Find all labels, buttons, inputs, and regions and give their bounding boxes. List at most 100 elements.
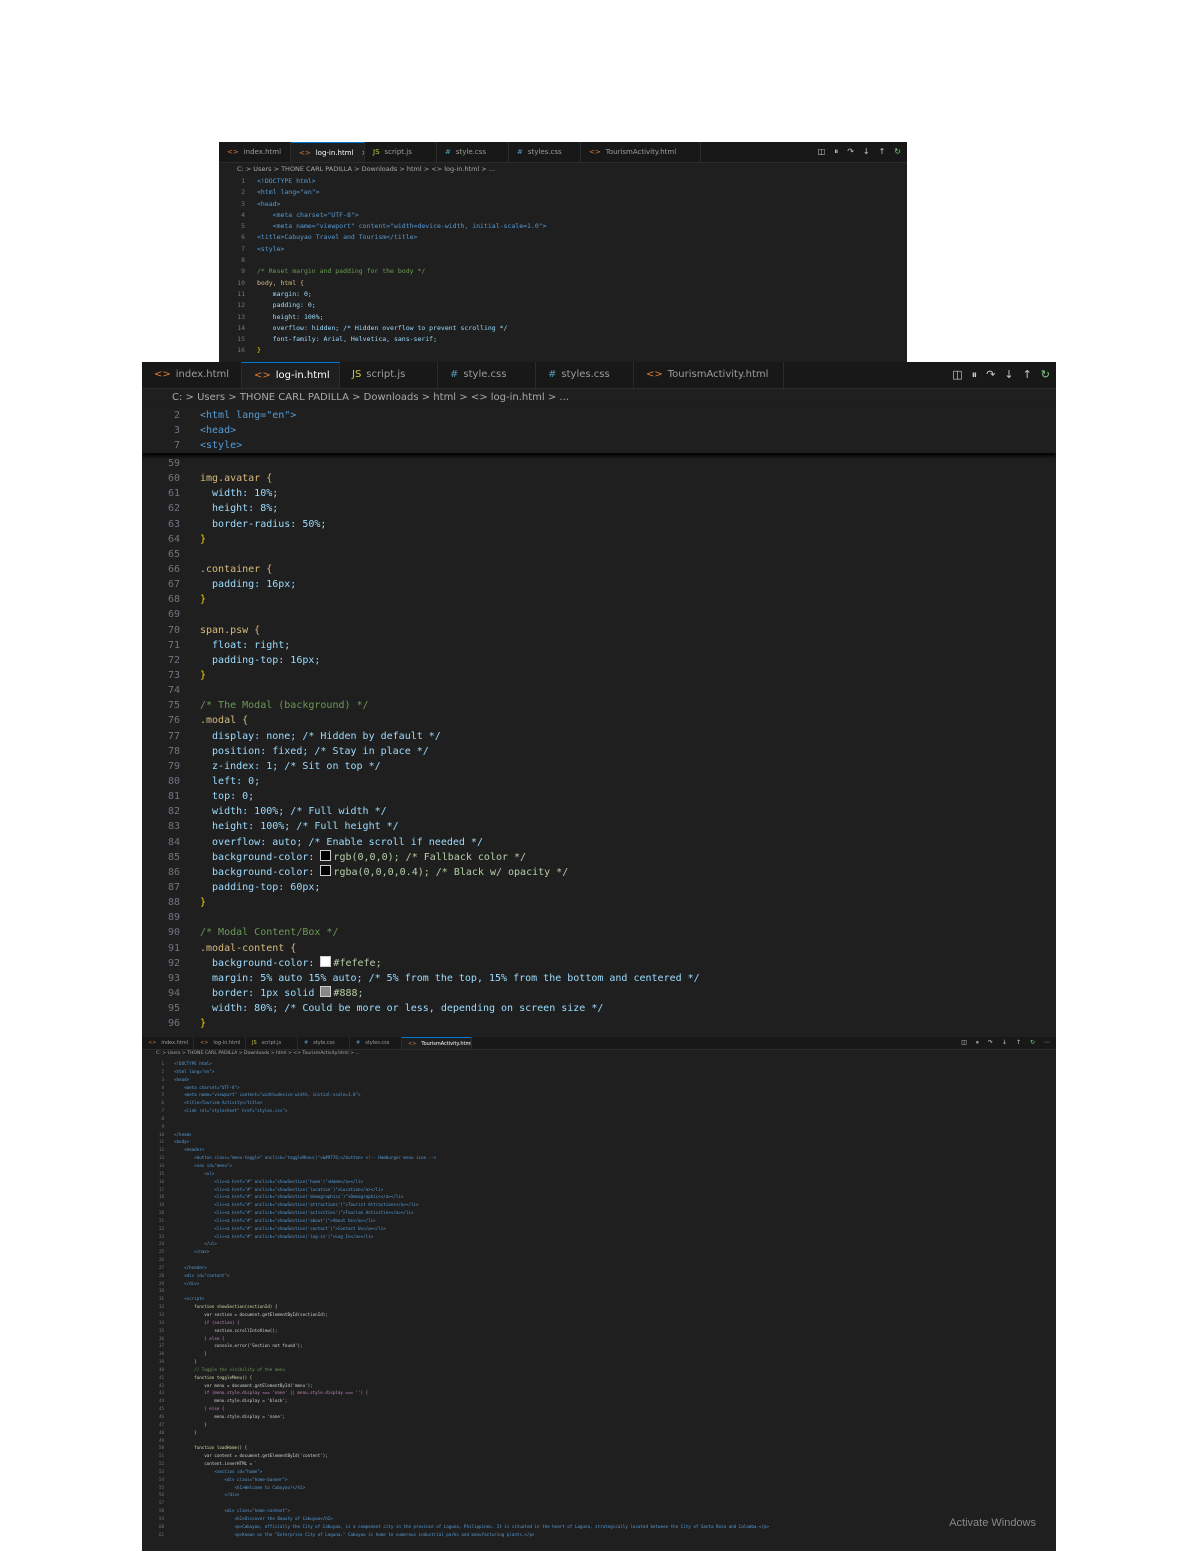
tab-log-in-html[interactable]: <> log-in.html — [194, 1037, 246, 1049]
line-number: 2 — [173, 410, 180, 421]
code-text: <li><a href="#" onclick="showSection('de… — [174, 1194, 404, 1200]
tab-index-html[interactable]: <> index.html — [219, 142, 291, 162]
tab-label: styles.css — [365, 1040, 390, 1046]
tab-tourismactivity-html[interactable]: <> TourismActivity.html — [634, 362, 784, 388]
tab-label: script.js — [384, 148, 412, 156]
code-line: 21 <li><a href="#" onclick="showSection(… — [142, 1217, 1056, 1225]
code-text: width: 100%; /* Full width */ — [200, 806, 387, 818]
code-line: 94 border: 1px solid #888; — [142, 985, 1056, 1001]
code-text: <div class="home-content"> — [174, 1508, 290, 1514]
tab-style-css[interactable]: # style.css — [437, 142, 509, 162]
line-number: 43 — [158, 1390, 164, 1396]
step-into-icon[interactable]: ↓ — [1004, 362, 1013, 388]
step-out-icon[interactable]: ↑ — [879, 142, 886, 162]
code-line: 96} — [142, 1016, 1056, 1031]
split-icon[interactable]: ◫ — [818, 142, 826, 162]
tab-label: TourismActivity.html — [605, 148, 677, 156]
step-out-icon[interactable]: ↑ — [1016, 1037, 1021, 1049]
more-icon[interactable]: ⋯ — [1044, 1037, 1050, 1049]
code-editor[interactable]: 1 <!DOCTYPE html> 2 <html lang="en"> 3 <head>… — [142, 1060, 1056, 1551]
split-icon[interactable]: ◫ — [952, 362, 962, 388]
tab-tourismactivity-html[interactable]: <> TourismActivity.html — [581, 142, 701, 162]
code-line: 91 .modal-content { — [142, 941, 1056, 956]
line-number: 2 — [241, 188, 245, 197]
code-text: <title>Tourism Activity</title> — [174, 1100, 263, 1106]
line-number: 58 — [158, 1508, 164, 1514]
color-swatch[interactable] — [320, 955, 332, 967]
tab-log-in-html[interactable]: <>log-in.html× — [242, 362, 340, 388]
pause-icon[interactable]: ⏸ — [834, 142, 838, 162]
line-number: 59 — [158, 1515, 164, 1521]
split-icon[interactable]: ◫ — [961, 1037, 967, 1049]
code-text: width: 80%; /* Could be more or less, de… — [200, 1003, 604, 1015]
code-line: 77 display: none; /* Hidden by default *… — [142, 729, 1056, 744]
code-text: <html lang="en"> — [200, 410, 297, 421]
tab-script-js[interactable]: JS script.js — [365, 142, 437, 162]
pause-icon[interactable]: ⏸ — [972, 362, 978, 388]
tab-index-html[interactable]: <> index.html — [142, 362, 242, 388]
tab-tourismactivity-html[interactable]: <>TourismActivity.html× — [402, 1037, 472, 1049]
line-number: 79 — [167, 760, 180, 772]
code-line: 22 <li><a href="#" onclick="showSection(… — [142, 1225, 1056, 1233]
code-line: 89 — [142, 910, 1056, 925]
line-number: 26 — [158, 1257, 164, 1263]
color-swatch[interactable] — [320, 864, 332, 876]
line-number: 63 — [167, 518, 180, 530]
line-number: 7 — [173, 440, 180, 452]
tab-styles-css[interactable]: # styles.css — [536, 362, 634, 388]
code-text: <script> — [174, 1296, 205, 1302]
step-over-icon[interactable]: ↷ — [986, 362, 995, 388]
code-line: 56 </div> — [142, 1491, 1056, 1499]
tab-styles-css[interactable]: # styles.css — [350, 1037, 402, 1049]
line-number: 64 — [167, 533, 180, 545]
code-text: <style> — [257, 244, 285, 253]
restart-icon[interactable]: ↻ — [894, 142, 901, 162]
html-icon: <> — [408, 1041, 417, 1047]
code-editor[interactable]: 1 <!DOCTYPE html> 2 <html lang="en"> 3 <head>… — [219, 176, 907, 362]
tab-index-html[interactable]: <> index.html — [142, 1037, 194, 1049]
code-text: background-color: — [200, 957, 321, 969]
code-text: z-index: 1; /* Sit on top */ — [200, 760, 381, 772]
tab-log-in-html[interactable]: <>log-in.html× — [291, 142, 365, 162]
tab-script-js[interactable]: JS script.js — [340, 362, 438, 388]
code-line: 31 <script> — [142, 1295, 1056, 1303]
tab-style-css[interactable]: # style.css — [438, 362, 536, 388]
tab-script-js[interactable]: JS script.js — [246, 1037, 298, 1049]
code-text: section.scrollIntoView(); — [174, 1327, 278, 1333]
tab-style-css[interactable]: # style.css — [298, 1037, 350, 1049]
code-text: } — [174, 1429, 197, 1435]
code-text: </header> — [174, 1264, 207, 1270]
line-number: 10 — [237, 278, 245, 287]
step-into-icon[interactable]: ↓ — [1002, 1037, 1007, 1049]
color-swatch[interactable] — [320, 849, 332, 861]
code-text: border: 1px solid — [200, 987, 321, 999]
code-text: <html lang="en"> — [257, 188, 320, 197]
step-into-icon[interactable]: ↓ — [863, 142, 870, 162]
line-number: 48 — [158, 1429, 164, 1435]
restart-icon[interactable]: ↻ — [1041, 362, 1050, 388]
step-out-icon[interactable]: ↑ — [1023, 362, 1032, 388]
tab-label: style.css — [313, 1040, 335, 1046]
code-editor[interactable]: 59 60 img.avatar {61 width: 10%; 62 height:… — [142, 456, 1056, 1037]
color-swatch[interactable] — [320, 985, 332, 997]
breadcrumb[interactable]: C: > Users > THONE CARL PADILLA > Downlo… — [142, 1049, 1056, 1059]
line-number: 8 — [161, 1115, 164, 1121]
line-number: 6 — [241, 233, 245, 242]
tab-styles-css[interactable]: # styles.css — [509, 142, 581, 162]
code-line: 59 — [142, 456, 1056, 471]
step-over-icon[interactable]: ↷ — [847, 142, 854, 162]
line-number: 9 — [161, 1123, 164, 1129]
line-number: 68 — [167, 594, 180, 606]
breadcrumb[interactable]: C: > Users > THONE CARL PADILLA > Downlo… — [219, 162, 907, 176]
line-number: 13 — [237, 312, 245, 321]
pause-icon[interactable]: ⏸ — [976, 1037, 979, 1049]
line-number: 40 — [158, 1366, 164, 1372]
code-text: <h1>Welcome to Cabuyao!</h1> — [174, 1484, 306, 1490]
step-over-icon[interactable]: ↷ — [988, 1037, 993, 1049]
code-text: } — [200, 1018, 207, 1030]
code-line: 4 <meta charset="UTF-8"> — [219, 210, 907, 221]
breadcrumb[interactable]: C: > Users > THONE CARL PADILLA > Downlo… — [142, 388, 1056, 408]
restart-icon[interactable]: ↻ — [1030, 1037, 1035, 1049]
code-text: border-radius: 50%; — [200, 518, 327, 530]
code-text: background-color: — [200, 851, 321, 863]
